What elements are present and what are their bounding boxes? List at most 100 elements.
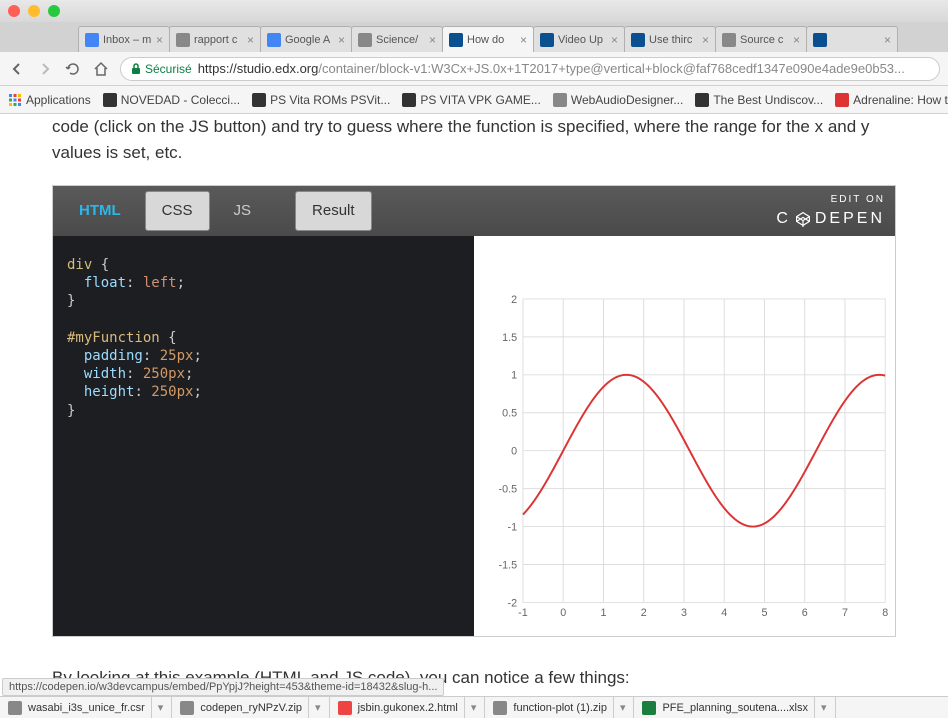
maximize-window-button[interactable] <box>48 5 60 17</box>
function-plot: -1012345678-2-1.5-1-0.500.511.52 <box>474 236 895 636</box>
browser-tab[interactable]: rapport c × <box>169 26 261 52</box>
download-item[interactable]: wasabi_i3s_unice_fr.csr ▾ <box>0 697 172 718</box>
bookmark-item[interactable]: WebAudioDesigner... <box>553 93 684 107</box>
tab-close-icon[interactable]: × <box>429 33 436 47</box>
tab-title: How do <box>467 34 516 46</box>
secure-indicator: Sécurisé <box>131 62 192 76</box>
svg-text:-2: -2 <box>508 597 518 609</box>
codepen-tab-css[interactable]: CSS <box>145 191 210 232</box>
svg-text:1: 1 <box>511 370 517 382</box>
bookmark-label: NOVEDAD - Colecci... <box>121 93 240 107</box>
home-button[interactable] <box>92 60 110 78</box>
bookmark-item[interactable]: The Best Undiscov... <box>695 93 823 107</box>
download-filename: wasabi_i3s_unice_fr.csr <box>28 702 145 714</box>
svg-text:1.5: 1.5 <box>502 332 517 344</box>
back-button[interactable] <box>8 60 26 78</box>
page-content: code (click on the JS button) and try to… <box>0 114 948 692</box>
secure-label: Sécurisé <box>145 62 192 76</box>
tab-close-icon[interactable]: × <box>611 33 618 47</box>
svg-text:2: 2 <box>511 294 517 306</box>
bookmarks-bar: Applications NOVEDAD - Colecci... PS Vita… <box>0 86 948 114</box>
download-menu-icon[interactable]: ▾ <box>308 697 321 718</box>
paragraph-intro: code (click on the JS button) and try to… <box>52 114 896 165</box>
svg-text:-1.5: -1.5 <box>499 559 518 571</box>
tab-close-icon[interactable]: × <box>520 33 527 47</box>
address-bar: Sécurisé https://studio.edx.org/containe… <box>0 52 948 86</box>
codepen-tab-js[interactable]: JS <box>218 192 268 231</box>
bookmark-favicon <box>835 93 849 107</box>
tab-favicon <box>722 33 736 47</box>
download-filename: codepen_ryNPzV.zip <box>200 702 302 714</box>
close-window-button[interactable] <box>8 5 20 17</box>
bookmark-item[interactable]: Adrenaline: How to... <box>835 93 948 107</box>
bookmark-item[interactable]: PS Vita ROMs PSVit... <box>252 93 390 107</box>
tab-favicon <box>540 33 554 47</box>
bookmark-favicon <box>252 93 266 107</box>
codepen-embed: HTML CSS JS Result EDIT ON C DEPEN div {… <box>52 185 896 637</box>
download-menu-icon[interactable]: ▾ <box>814 697 827 718</box>
download-menu-icon[interactable]: ▾ <box>464 697 477 718</box>
edit-on-label: EDIT ON <box>776 192 885 207</box>
browser-tab[interactable]: Video Up× <box>533 26 625 52</box>
codepen-logo[interactable]: EDIT ON C DEPEN <box>776 192 885 231</box>
tab-title: Science/ <box>376 34 425 46</box>
bookmark-favicon <box>695 93 709 107</box>
browser-tab[interactable]: Inbox – m × <box>78 26 170 52</box>
download-item[interactable]: function-plot (1).zip▾ <box>485 697 634 718</box>
reload-button[interactable] <box>64 60 82 78</box>
codepen-code-panel[interactable]: div { float: left; } #myFunction { paddi… <box>53 236 474 636</box>
tab-close-icon[interactable]: × <box>793 33 800 47</box>
download-item[interactable]: codepen_ryNPzV.zip ▾ <box>172 697 329 718</box>
browser-tab[interactable]: Science/ × <box>351 26 443 52</box>
bookmark-label: Applications <box>26 93 91 107</box>
file-icon <box>180 701 194 715</box>
file-icon <box>338 701 352 715</box>
tab-favicon <box>449 33 463 47</box>
download-filename: PFE_planning_soutena....xlsx <box>662 702 808 714</box>
file-icon <box>8 701 22 715</box>
bookmark-item[interactable]: NOVEDAD - Colecci... <box>103 93 240 107</box>
browser-tab[interactable]: Source c × <box>715 26 807 52</box>
bookmark-label: WebAudioDesigner... <box>571 93 684 107</box>
bookmark-item[interactable]: PS VITA VPK GAME... <box>402 93 540 107</box>
browser-tab[interactable]: Google A× <box>260 26 352 52</box>
url-input[interactable]: Sécurisé https://studio.edx.org/containe… <box>120 57 940 81</box>
download-item[interactable]: jsbin.gukonex.2.html ▾ <box>330 697 486 718</box>
download-menu-icon[interactable]: ▾ <box>151 697 164 718</box>
svg-text:1: 1 <box>600 607 606 619</box>
tab-close-icon[interactable]: × <box>884 33 891 47</box>
tab-favicon <box>267 33 281 47</box>
download-menu-icon[interactable]: ▾ <box>613 697 626 718</box>
browser-tab[interactable]: How do × <box>442 26 534 52</box>
svg-text:3: 3 <box>681 607 687 619</box>
download-bar: wasabi_i3s_unice_fr.csr▾codepen_ryNPzV.z… <box>0 696 948 718</box>
tab-close-icon[interactable]: × <box>247 33 254 47</box>
svg-text:5: 5 <box>761 607 767 619</box>
tab-favicon <box>358 33 372 47</box>
tab-title: Inbox – m <box>103 34 152 46</box>
forward-button[interactable] <box>36 60 54 78</box>
tab-close-icon[interactable]: × <box>156 33 163 47</box>
svg-text:8: 8 <box>882 607 888 619</box>
download-item[interactable]: PFE_planning_soutena....xlsx ▾ <box>634 697 835 718</box>
svg-text:0: 0 <box>511 446 517 458</box>
bookmark-label: PS VITA VPK GAME... <box>420 93 540 107</box>
file-icon <box>642 701 656 715</box>
file-icon <box>493 701 507 715</box>
tab-close-icon[interactable]: × <box>338 33 345 47</box>
bookmark-favicon <box>402 93 416 107</box>
codepen-tab-html[interactable]: HTML <box>63 192 137 231</box>
svg-text:0: 0 <box>560 607 566 619</box>
bookmark-label: The Best Undiscov... <box>713 93 823 107</box>
tab-title: Source c <box>740 34 789 46</box>
browser-tab[interactable]: × <box>806 26 898 52</box>
apps-button[interactable]: Applications <box>8 93 91 107</box>
download-filename: jsbin.gukonex.2.html <box>358 702 458 714</box>
svg-text:6: 6 <box>802 607 808 619</box>
browser-tab[interactable]: Use thirc× <box>624 26 716 52</box>
codepen-tab-result[interactable]: Result <box>295 191 372 232</box>
svg-text:2: 2 <box>641 607 647 619</box>
tab-close-icon[interactable]: × <box>702 33 709 47</box>
minimize-window-button[interactable] <box>28 5 40 17</box>
tab-title: rapport c <box>194 34 243 46</box>
